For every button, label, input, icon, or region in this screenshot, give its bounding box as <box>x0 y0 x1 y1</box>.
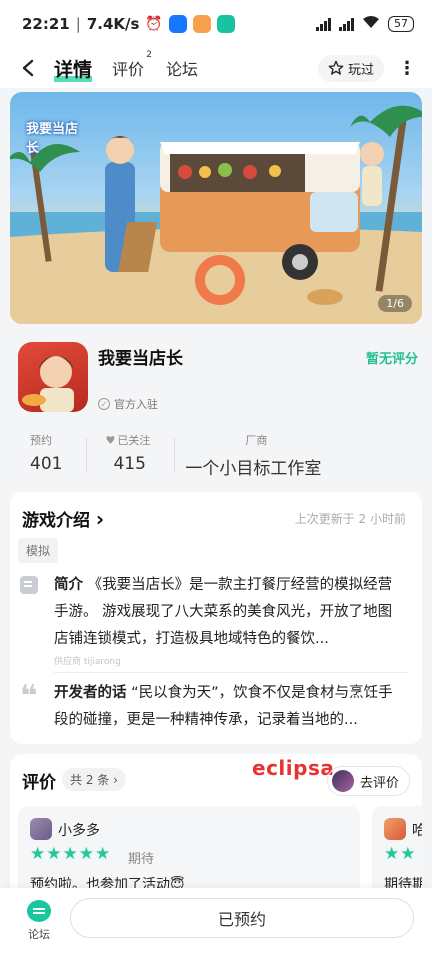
app-icon[interactable] <box>18 342 88 412</box>
top-nav: 详情 评价 2 论坛 玩过 ⋮ <box>0 48 432 88</box>
tab-reviews[interactable]: 评价 2 <box>112 50 152 80</box>
chevron-right-icon: › <box>113 773 118 787</box>
heart-icon: ♥ <box>105 433 116 447</box>
chevron-right-icon: › <box>95 507 105 531</box>
forum-button[interactable]: 论坛 <box>22 900 56 942</box>
game-logo: 我要当店长 <box>26 122 79 156</box>
bottom-action-bar: 论坛 已预约 <box>0 888 432 960</box>
star-outline-icon <box>328 60 344 75</box>
forum-chat-icon <box>27 900 51 922</box>
reviewer-name: 小多多 <box>58 823 100 839</box>
review-count-chip[interactable]: 共 2 条 › <box>62 768 126 791</box>
screenshot-carousel[interactable]: 我要当店长 1/6 <box>10 92 422 324</box>
write-review-button[interactable]: 去评价 <box>326 766 410 796</box>
rating-status: 暂无评分 <box>365 352 418 367</box>
user-avatar <box>331 770 354 792</box>
watermark-text: eclipsa <box>252 756 335 780</box>
divider <box>54 672 408 673</box>
follow-stat: ♥ 已关注 415 <box>105 433 151 475</box>
status-bar: 22:21 | 7.4K/s ⏰ 57 <box>0 0 432 48</box>
intro-title[interactable]: 游戏介绍 › <box>22 506 104 531</box>
document-icon <box>20 576 38 594</box>
app-notification-icon <box>192 15 211 33</box>
reviews-title: 评价 <box>22 773 56 793</box>
back-arrow-icon[interactable] <box>16 56 40 80</box>
quote-icon: ❝ <box>20 679 38 714</box>
separator: | <box>75 15 81 33</box>
game-intro-card: 游戏介绍 › 上次更新于 2 小时前 模拟 简介 《我要当店长》是一款主打餐厅经… <box>10 492 422 744</box>
cell-signal-icon <box>316 17 331 31</box>
reserved-button[interactable]: 已预约 <box>70 898 414 938</box>
app-info: 我要当店长 ✓ 官方入驻 暂无评分 预约 401 ♥ 已关注 415 厂商 一个… <box>0 332 432 482</box>
clock: 22:21 <box>22 15 70 33</box>
more-menu-icon[interactable]: ⋮ <box>398 58 416 79</box>
chat-notification-icon <box>216 15 235 33</box>
played-button[interactable]: 玩过 <box>317 54 384 82</box>
tab-details[interactable]: 详情 <box>54 55 93 82</box>
alipay-icon <box>168 15 187 33</box>
reviewer-avatar <box>30 818 52 840</box>
star-rating: ★★★★★ <box>30 844 112 864</box>
carousel-counter: 1/6 <box>378 295 412 312</box>
star-rating: ★★ <box>384 844 417 864</box>
alarm-icon: ⏰ <box>145 16 163 32</box>
genre-tag[interactable]: 模拟 <box>18 538 59 563</box>
reviewer-name: 哈 <box>412 823 422 839</box>
battery-icon: 57 <box>388 16 414 32</box>
developer-stat[interactable]: 厂商 一个小目标工作室 <box>175 432 321 479</box>
review-count-badge: 2 <box>146 50 153 60</box>
reviewer-avatar <box>384 818 406 840</box>
stats-row: 预约 401 ♥ 已关注 415 厂商 一个小目标工作室 <box>0 432 432 480</box>
brief-text[interactable]: 简介 《我要当店长》是一款主打餐厅经营的模拟经营手游。 游戏展现了八大菜系的美食… <box>54 572 404 653</box>
network-speed: 7.4K/s <box>86 15 140 33</box>
official-badge: ✓ 官方入驻 <box>98 396 158 412</box>
app-name: 我要当店长 <box>98 349 183 369</box>
verified-check-icon: ✓ <box>98 398 110 410</box>
review-status: 期待 <box>128 852 155 867</box>
supplier-note: 供应商 tijiarong <box>54 657 121 667</box>
reserve-stat: 预约 401 <box>30 434 63 474</box>
update-time: 上次更新于 2 小时前 <box>294 512 406 526</box>
cell-signal-2-icon <box>339 17 354 31</box>
wifi-icon <box>362 15 380 33</box>
tab-forum[interactable]: 论坛 <box>166 56 198 80</box>
developer-words[interactable]: 开发者的话 “民以食为天”，饮食不仅是食材与烹饪手段的碰撞，更是一种精神传承，记… <box>54 680 406 734</box>
